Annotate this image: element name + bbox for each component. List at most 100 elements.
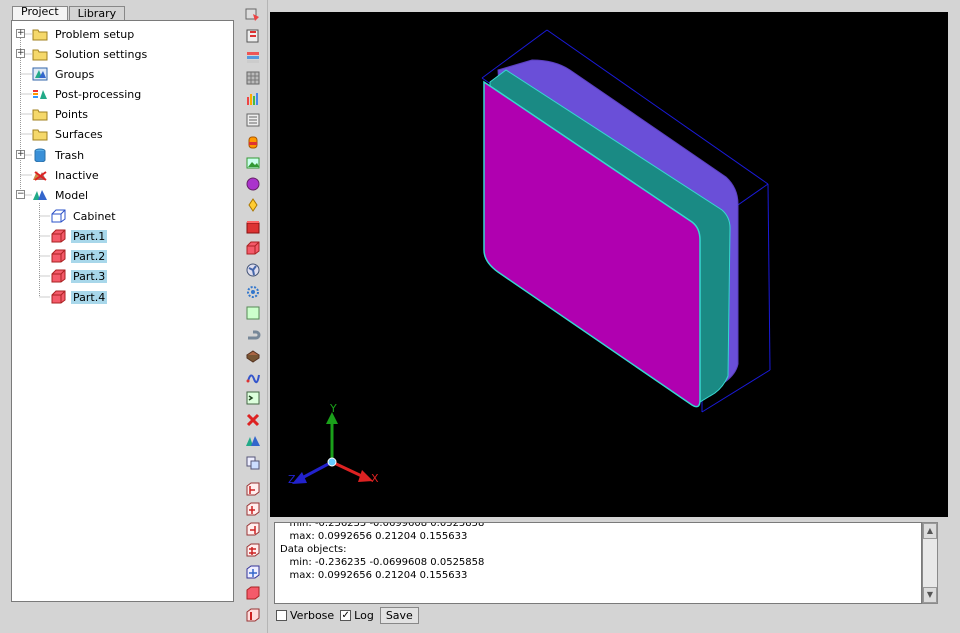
tree-item-model[interactable]: Model	[32, 186, 90, 204]
tree-item-post-processing[interactable]: Post-processing	[32, 85, 143, 103]
tree-item-label: Surfaces	[55, 127, 103, 141]
3d-viewport[interactable]: Y X Z	[270, 12, 948, 517]
stack-icon[interactable]	[244, 48, 262, 66]
axis-z-label: Z	[288, 473, 296, 486]
tree-item-label: Groups	[55, 67, 95, 81]
part-block-icon	[50, 290, 66, 304]
object-toolbar	[240, 0, 268, 633]
flow-icon[interactable]	[244, 27, 262, 45]
log-scrollbar[interactable]: ▲ ▼	[922, 522, 938, 604]
scroll-up-icon[interactable]: ▲	[923, 523, 937, 539]
tree-item-label: Model	[55, 188, 89, 202]
save-button[interactable]: Save	[379, 606, 419, 624]
wire-icon[interactable]	[244, 368, 262, 386]
view-icon-4[interactable]	[244, 541, 262, 559]
checkbox-box[interactable]	[276, 609, 287, 621]
log-line: min: -0.236235 -0.0699608 0.0525858	[280, 522, 485, 529]
log-line: Data objects:	[280, 544, 347, 555]
checkbox-box-checked[interactable]: ✓	[340, 609, 352, 621]
expander-solution-settings[interactable]: +	[16, 49, 25, 58]
tree-item-label: Solution settings	[55, 47, 148, 61]
view-icon-6[interactable]	[244, 584, 262, 602]
project-tree[interactable]: + + + − Problem setup Solution settings …	[11, 20, 234, 602]
expander-problem-setup[interactable]: +	[16, 29, 25, 38]
log-checkbox[interactable]: ✓ Log	[340, 609, 374, 622]
tree-item-surfaces[interactable]: Surfaces	[32, 125, 105, 143]
tree-status-bar	[11, 605, 234, 623]
list-icon[interactable]	[244, 111, 262, 129]
cabinet-icon	[50, 209, 66, 223]
folder-icon	[32, 127, 48, 141]
tree-item-label: Cabinet	[73, 209, 116, 223]
groups-icon	[32, 67, 48, 81]
folder-icon	[32, 47, 48, 61]
image-icon[interactable]	[244, 154, 262, 172]
message-panel: min: -0.236235 -0.0699608 0.0525858 max:…	[270, 520, 950, 606]
fan-icon[interactable]	[244, 261, 262, 279]
terminal-icon[interactable]	[244, 389, 262, 407]
model-icon	[32, 188, 48, 202]
grid-icon[interactable]	[244, 69, 262, 87]
log-line: max: 0.0992656 0.21204 0.155633	[280, 531, 468, 542]
tree-item-label: Points	[55, 107, 89, 121]
tree-item-part-1[interactable]: Part.1	[50, 227, 108, 245]
tree-item-label: Part.2	[71, 249, 108, 263]
scroll-down-icon[interactable]: ▼	[923, 587, 937, 603]
chart-icon[interactable]	[244, 90, 262, 108]
plate-icon[interactable]	[244, 304, 262, 322]
tree-item-trash[interactable]: Trash	[32, 146, 86, 164]
view-icon-5[interactable]	[244, 563, 262, 581]
delete-icon[interactable]	[244, 411, 262, 429]
verbose-label: Verbose	[290, 608, 335, 622]
inactive-icon	[32, 168, 48, 182]
tree-item-inactive[interactable]: Inactive	[32, 166, 101, 184]
tree-item-problem-setup[interactable]: Problem setup	[32, 25, 136, 43]
view-icon-7[interactable]	[244, 606, 262, 624]
folder-icon	[32, 107, 48, 121]
tree-item-cabinet[interactable]: Cabinet	[50, 207, 118, 225]
tree-item-part-3[interactable]: Part.3	[50, 267, 108, 285]
tree-item-label: Post-processing	[55, 87, 142, 101]
diamond-icon[interactable]	[244, 196, 262, 214]
tree-item-points[interactable]: Points	[32, 105, 90, 123]
tree-item-part-2[interactable]: Part.2	[50, 247, 108, 265]
sphere-icon[interactable]	[244, 175, 262, 193]
tree-item-solution-settings[interactable]: Solution settings	[32, 45, 149, 63]
log-options-bar: Verbose ✓ Log Save	[270, 604, 960, 626]
heatsink-icon[interactable]	[244, 347, 262, 365]
log-line: min: -0.236235 -0.0699608 0.0525858	[280, 557, 485, 568]
view-icon-2[interactable]	[244, 500, 262, 518]
window-edge	[950, 0, 960, 633]
tree-item-groups[interactable]: Groups	[32, 65, 96, 83]
part-block-icon	[50, 229, 66, 243]
expander-trash[interactable]: +	[16, 150, 25, 159]
tree-item-label: Part.1	[71, 229, 108, 243]
trash-icon	[32, 148, 48, 163]
gear-icon[interactable]	[244, 283, 262, 301]
axis-triad: Y X Z	[288, 402, 379, 486]
layers-icon[interactable]	[244, 6, 262, 24]
cylinder-icon[interactable]	[244, 133, 262, 151]
axis-x-label: X	[371, 472, 379, 485]
message-log[interactable]: min: -0.236235 -0.0699608 0.0525858 max:…	[274, 522, 922, 604]
post-processing-icon	[32, 87, 48, 101]
tree-item-part-4[interactable]: Part.4	[50, 288, 108, 306]
block-icon[interactable]	[244, 218, 262, 236]
axis-y-label: Y	[329, 402, 337, 415]
tree-item-label: Inactive	[55, 168, 99, 182]
tree-item-label: Problem setup	[55, 27, 135, 41]
view-icon-3[interactable]	[244, 520, 262, 538]
folder-icon	[32, 27, 48, 41]
copy-icon[interactable]	[244, 454, 262, 472]
log-label: Log	[354, 608, 374, 622]
pipe-icon[interactable]	[244, 325, 262, 343]
tree-item-label: Part.4	[71, 290, 108, 304]
model-icon[interactable]	[244, 432, 262, 450]
view-icon-1[interactable]	[244, 480, 262, 498]
part-block-icon	[50, 249, 66, 263]
expander-model[interactable]: −	[16, 190, 25, 199]
log-line: max: 0.0992656 0.21204 0.155633	[280, 570, 468, 581]
verbose-checkbox[interactable]: Verbose	[276, 609, 334, 622]
part-block-icon[interactable]	[244, 239, 262, 257]
model-render: Y X Z	[288, 29, 771, 486]
